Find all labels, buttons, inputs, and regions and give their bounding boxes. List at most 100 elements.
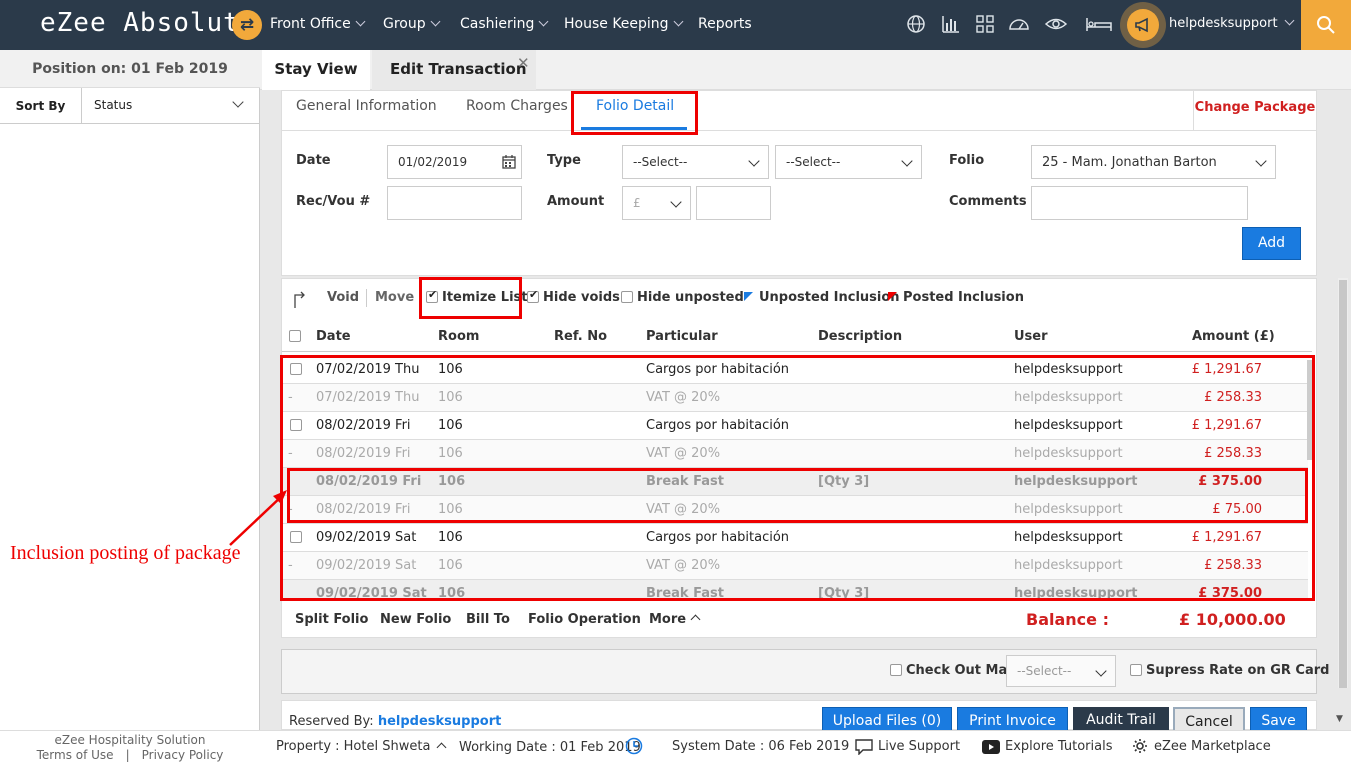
separator — [366, 289, 367, 307]
folio-operation-button[interactable]: Folio Operation — [528, 612, 641, 627]
privacy-link[interactable]: Privacy Policy — [142, 748, 224, 762]
currency-select[interactable]: £ — [622, 186, 691, 220]
grid-header — [282, 322, 1312, 352]
terms-link[interactable]: Terms of Use — [37, 748, 114, 762]
col-ref-no[interactable]: Ref. No — [554, 329, 607, 344]
sort-by-label: Sort By — [0, 88, 82, 124]
divider — [282, 130, 1316, 131]
search-icon[interactable] — [1301, 0, 1351, 50]
chevron-down-icon — [1255, 155, 1267, 167]
hide-voids-label: Hide voids — [543, 290, 620, 305]
ezee-marketplace-link[interactable]: eZee Marketplace — [1154, 739, 1271, 754]
youtube-icon — [982, 740, 1000, 758]
comments-input[interactable] — [1031, 186, 1248, 220]
move-button[interactable]: Move — [375, 290, 414, 305]
chevron-down-icon — [748, 155, 760, 167]
chevron-down-icon — [1284, 15, 1295, 26]
tab-general-information[interactable]: General Information — [296, 98, 437, 114]
app-logo[interactable]: eZee Absolute — [40, 8, 257, 38]
bed-icon[interactable] — [1085, 14, 1113, 36]
void-button[interactable]: Void — [327, 290, 359, 305]
unposted-inclusion-label: Unposted Inclusion — [759, 290, 900, 305]
shuffle-icon[interactable]: ⇄ — [232, 10, 262, 40]
chevron-down-icon — [430, 16, 441, 27]
tab-stay-view[interactable]: Stay View — [262, 50, 370, 90]
posted-inclusion-label: Posted Inclusion — [903, 290, 1024, 305]
col-room[interactable]: Room — [438, 329, 479, 344]
scroll-down-icon[interactable]: ▼ — [1336, 714, 1343, 724]
hide-unposted-checkbox[interactable] — [621, 291, 633, 303]
chat-icon — [855, 739, 873, 759]
col-description[interactable]: Description — [818, 329, 902, 344]
company-name: eZee Hospitality Solution — [54, 733, 206, 747]
col-date[interactable]: Date — [316, 329, 351, 344]
more-button[interactable]: More — [649, 612, 701, 627]
supress-rate-checkbox[interactable] — [1130, 664, 1142, 676]
tab-room-charges[interactable]: Room Charges — [466, 98, 568, 114]
split-folio-button[interactable]: Split Folio — [295, 612, 368, 627]
chevron-down-icon — [538, 16, 549, 27]
select-all-checkbox[interactable] — [289, 330, 301, 342]
col-user[interactable]: User — [1014, 329, 1048, 344]
property-selector[interactable]: Property : Hotel Shweta — [276, 739, 447, 754]
type-select-1[interactable]: --Select-- — [622, 145, 769, 179]
nav-group[interactable]: Group — [383, 16, 441, 32]
nav-front-office[interactable]: Front Office — [270, 16, 366, 32]
chevron-down-icon — [670, 196, 682, 208]
scrollbar-thumb[interactable] — [1339, 280, 1347, 688]
col-amount[interactable]: Amount (£) — [1192, 329, 1275, 344]
rec-vou-input[interactable] — [387, 186, 522, 220]
status-select[interactable]: Status — [94, 98, 132, 112]
highlight-folio-detail — [571, 91, 698, 135]
folio-select[interactable]: 25 - Mam. Jonathan Barton — [1031, 145, 1276, 179]
megaphone-icon[interactable] — [1127, 9, 1159, 41]
chevron-down-icon — [673, 16, 684, 27]
chevron-up-icon — [690, 614, 701, 625]
tab-edit-transaction[interactable]: Edit Transaction — [372, 50, 536, 90]
grid-icon[interactable] — [974, 14, 996, 36]
user-menu[interactable]: helpdesksupport — [1169, 15, 1295, 31]
live-support-link[interactable]: Live Support — [878, 739, 960, 754]
reserved-by: Reserved By: helpdesksupport — [289, 714, 502, 729]
chevron-down-icon — [355, 16, 366, 27]
dashboard-gauge-icon[interactable] — [1008, 14, 1030, 36]
bill-to-button[interactable]: Bill To — [466, 612, 510, 627]
position-date: Position on: 01 Feb 2019 — [0, 50, 260, 88]
globe-icon[interactable] — [905, 14, 927, 36]
check-out-mail-checkbox[interactable] — [890, 664, 902, 676]
nav-house-keeping[interactable]: House Keeping — [564, 16, 684, 32]
new-folio-button[interactable]: New Folio — [380, 612, 451, 627]
annotation-text: Inclusion posting of package — [10, 542, 241, 564]
change-package-link[interactable]: Change Package — [1193, 90, 1316, 130]
calendar-icon[interactable] — [502, 155, 516, 169]
checkout-mail-select[interactable]: --Select-- — [1006, 655, 1116, 687]
gear-icon — [1132, 738, 1148, 758]
hide-unposted-label: Hide unposted — [637, 290, 744, 305]
amount-input[interactable] — [696, 186, 771, 220]
working-date: Working Date : 01 Feb 2019 — [459, 740, 641, 755]
unposted-inclusion-marker — [744, 292, 753, 301]
rec-vou-label: Rec/Vou # — [296, 194, 371, 209]
nav-reports[interactable]: Reports — [698, 16, 752, 32]
highlight-itemize-list — [419, 277, 522, 319]
system-date: System Date : 06 Feb 2019 — [672, 739, 850, 754]
add-button[interactable]: Add — [1242, 227, 1301, 260]
posted-inclusion-marker — [888, 292, 897, 301]
close-icon[interactable]: ✕ — [517, 54, 530, 72]
col-particular[interactable]: Particular — [646, 329, 718, 344]
bar-chart-icon[interactable] — [940, 14, 962, 36]
transaction-form-card — [281, 90, 1317, 276]
hide-voids-checkbox[interactable] — [527, 288, 539, 303]
date-label: Date — [296, 153, 331, 168]
check-out-mail-label: Check Out Mail — [906, 663, 1017, 678]
annotation-arrow — [229, 490, 287, 546]
left-panel — [0, 50, 260, 730]
left-footer: eZee Hospitality Solution Terms of Use | P… — [0, 730, 260, 767]
explore-tutorials-link[interactable]: Explore Tutorials — [1005, 739, 1112, 754]
type-select-2[interactable]: --Select-- — [775, 145, 922, 179]
date-field[interactable]: 01/02/2019 — [387, 145, 522, 179]
redo-arrow-icon[interactable] — [293, 289, 307, 313]
nav-cashiering[interactable]: Cashiering — [460, 16, 549, 32]
eye-icon[interactable] — [1044, 14, 1068, 36]
supress-rate-label: Supress Rate on GR Card — [1146, 663, 1330, 678]
